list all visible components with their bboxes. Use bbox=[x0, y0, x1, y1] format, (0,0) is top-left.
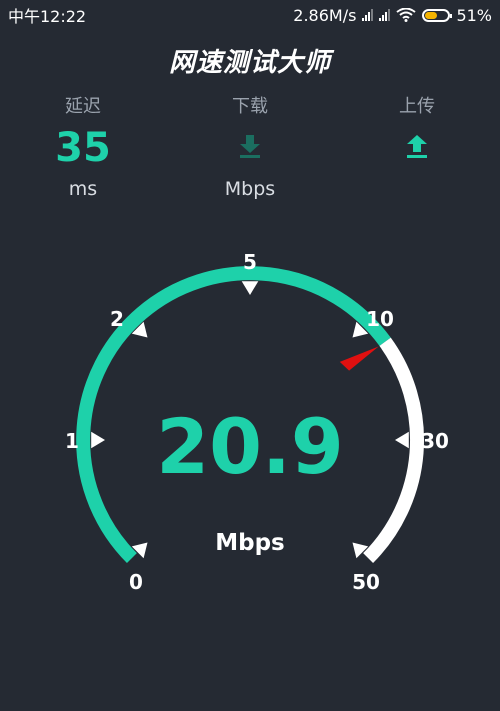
network-speed: 2.86M/s bbox=[293, 5, 357, 25]
app-title: 网速测试大师 bbox=[168, 48, 331, 78]
battery-percent: 51% bbox=[456, 5, 492, 25]
scale-label-10: 10 bbox=[366, 307, 394, 331]
speed-unit: Mbps bbox=[215, 530, 285, 556]
upload-icon bbox=[407, 135, 427, 158]
upload-label: 上传 bbox=[399, 96, 435, 117]
latency-unit: ms bbox=[68, 178, 98, 200]
scale-label-0: 0 bbox=[129, 570, 143, 594]
wifi-icon bbox=[396, 8, 417, 22]
speed-value: 20.9 bbox=[156, 402, 344, 491]
gauge-tick bbox=[241, 281, 259, 295]
gauge-needle bbox=[339, 346, 379, 371]
battery-level-fill bbox=[425, 11, 437, 19]
download-label: 下载 bbox=[232, 96, 268, 117]
scale-label-2: 2 bbox=[110, 307, 124, 331]
signal-icon bbox=[362, 9, 374, 21]
download-unit: Mbps bbox=[224, 178, 276, 200]
scale-label-5: 5 bbox=[243, 250, 257, 274]
download-stat: 下载 Mbps bbox=[185, 92, 315, 200]
status-time: 中午12:22 bbox=[8, 7, 87, 26]
scale-label-50: 50 bbox=[352, 570, 380, 594]
latency-label: 延迟 bbox=[65, 96, 101, 117]
latency-stat: 延迟 35 ms bbox=[18, 92, 148, 200]
status-right: 2.86M/s 51% bbox=[293, 6, 492, 25]
battery-icon bbox=[422, 8, 453, 22]
latency-value: 35 bbox=[55, 125, 111, 171]
download-icon bbox=[240, 135, 260, 158]
status-bar: 中午12:22 2.86M/s 51% bbox=[0, 0, 500, 30]
upload-stat: 上传 bbox=[352, 92, 482, 174]
signal-icon-2 bbox=[379, 9, 391, 21]
